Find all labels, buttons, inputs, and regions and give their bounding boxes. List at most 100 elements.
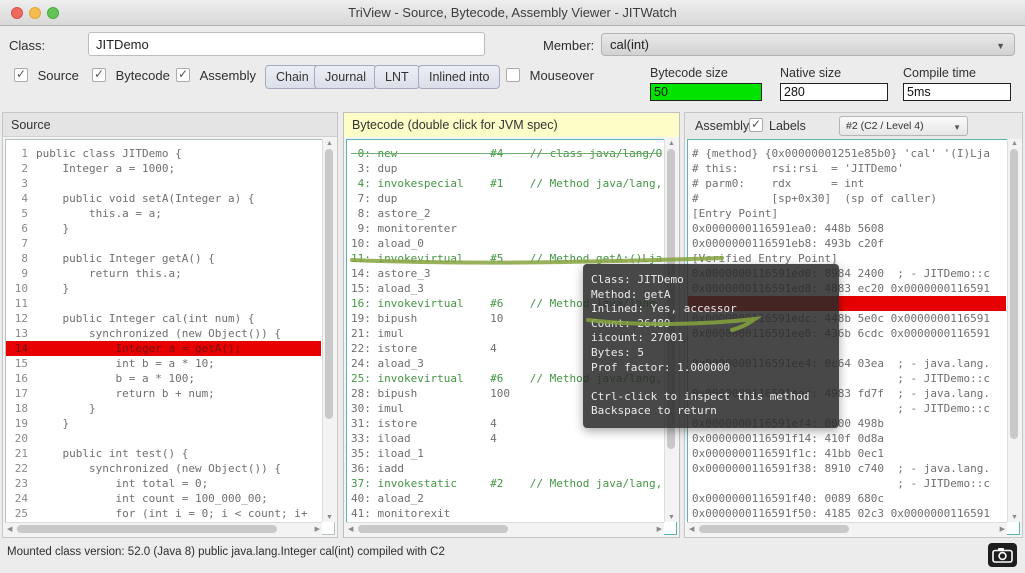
line-number: 14 — [10, 341, 28, 356]
scroll-down-icon[interactable]: ▼ — [1011, 514, 1018, 521]
assembly-line[interactable]: 0x0000000116591f40: 0089 680c — [692, 491, 1006, 506]
source-line[interactable]: 13 synchronized (new Object()) { — [10, 326, 321, 341]
assembly-line[interactable]: 0x0000000116591f50: 4185 02c3 0x00000001… — [692, 506, 1006, 521]
source-line[interactable]: 22 synchronized (new Object()) { — [10, 461, 321, 476]
bytecode-horizontal-scrollbar[interactable]: ◀ ▶ — [346, 522, 664, 535]
bytecode-checkbox[interactable] — [92, 68, 106, 82]
journal-button[interactable]: Journal — [314, 65, 377, 89]
source-vertical-scrollbar[interactable]: ▲ ▼ — [322, 139, 335, 522]
source-panel-title: Source — [3, 113, 337, 137]
source-line[interactable]: 4 public void setA(Integer a) { — [10, 191, 321, 206]
bytecode-line[interactable]: 40: aload_2 — [351, 491, 663, 506]
bytecode-line[interactable]: 0: new #4 // class java/lang/O — [351, 146, 663, 161]
bytecode-line[interactable]: 35: iload_1 — [351, 446, 663, 461]
assembly-line[interactable]: 0x0000000116591eb8: 493b c20f — [692, 236, 1006, 251]
source-line-text: Integer a = getA(); — [36, 342, 241, 355]
compilation-select[interactable]: #2 (C2 / Level 4) ▼ — [839, 116, 968, 136]
source-line[interactable]: 2 Integer a = 1000; — [10, 161, 321, 176]
scroll-left-icon[interactable]: ◀ — [7, 525, 12, 533]
tooltip-line: Inlined: Yes, accessor — [591, 302, 831, 317]
bytecode-checkbox-group[interactable]: Bytecode — [92, 68, 170, 83]
source-line[interactable]: 14 Integer a = getA(); — [6, 341, 321, 356]
bytecode-line[interactable]: 37: invokestatic #2 // Method java/lang, — [351, 476, 663, 491]
source-checkbox[interactable] — [14, 68, 28, 82]
source-line[interactable]: 23 int total = 0; — [10, 476, 321, 491]
member-select[interactable]: cal(int) ▼ — [601, 33, 1015, 56]
assembly-line[interactable]: # this: rsi:rsi = 'JITDemo' — [692, 161, 1006, 176]
assembly-line[interactable]: 0x0000000116591f38: 8910 c740 ; - java.l… — [692, 461, 1006, 476]
labels-checkbox-label: Labels — [769, 119, 806, 133]
bytecode-line[interactable]: 3: dup — [351, 161, 663, 176]
class-input[interactable] — [88, 32, 485, 56]
source-line[interactable]: 3 — [10, 176, 321, 191]
scroll-down-icon[interactable]: ▼ — [668, 514, 675, 521]
bytecode-line[interactable]: 4: invokespecial #1 // Method java/lang, — [351, 176, 663, 191]
lnt-button[interactable]: LNT — [374, 65, 420, 89]
line-number: 6 — [10, 221, 28, 236]
labels-checkbox[interactable] — [749, 118, 763, 132]
source-line[interactable]: 1public class JITDemo { — [10, 146, 321, 161]
scroll-left-icon[interactable]: ◀ — [348, 525, 353, 533]
inlined-into-button[interactable]: Inlined into — [418, 65, 500, 89]
source-line[interactable]: 5 this.a = a; — [10, 206, 321, 221]
scroll-left-icon[interactable]: ◀ — [689, 525, 694, 533]
line-number: 22 — [10, 461, 28, 476]
mouseover-checkbox-group[interactable]: Mouseover — [506, 68, 594, 83]
source-line[interactable]: 21 public int test() { — [10, 446, 321, 461]
assembly-horizontal-scrollbar[interactable]: ◀ ▶ — [687, 522, 1007, 535]
source-line[interactable]: 11 — [10, 296, 321, 311]
tooltip-line: Bytes: 5 — [591, 346, 831, 361]
source-line[interactable]: 20 — [10, 431, 321, 446]
source-line[interactable]: 9 return this.a; — [10, 266, 321, 281]
source-line[interactable]: 6 } — [10, 221, 321, 236]
assembly-vertical-scrollbar[interactable]: ▲ ▼ — [1007, 139, 1020, 522]
source-line[interactable]: 25 for (int i = 0; i < count; i+ — [10, 506, 321, 521]
assembly-line[interactable]: 0x0000000116591f14: 410f 0d8a — [692, 431, 1006, 446]
source-line-text: public void setA(Integer a) { — [36, 192, 255, 205]
scroll-up-icon[interactable]: ▲ — [326, 140, 333, 147]
source-line[interactable]: 8 public Integer getA() { — [10, 251, 321, 266]
bytecode-line[interactable]: 10: aload_0 — [351, 236, 663, 251]
assembly-checkbox-group[interactable]: Assembly — [176, 68, 256, 83]
source-line[interactable]: 17 return b + num; — [10, 386, 321, 401]
scroll-up-icon[interactable]: ▲ — [1011, 140, 1018, 147]
bytecode-line[interactable]: 36: iadd — [351, 461, 663, 476]
scroll-right-icon[interactable]: ▶ — [315, 525, 320, 533]
source-horizontal-scrollbar[interactable]: ◀ ▶ — [5, 522, 322, 535]
source-line[interactable]: 19 } — [10, 416, 321, 431]
source-line[interactable]: 10 } — [10, 281, 321, 296]
assembly-line[interactable]: 0x0000000116591f1c: 41bb 0ec1 — [692, 446, 1006, 461]
assembly-line[interactable]: # {method} {0x00000001251e85b0} 'cal' '(… — [692, 146, 1006, 161]
source-line[interactable]: 15 int b = a * 10; — [10, 356, 321, 371]
source-line[interactable]: 7 — [10, 236, 321, 251]
scroll-up-icon[interactable]: ▲ — [668, 140, 675, 147]
scroll-right-icon[interactable]: ▶ — [1000, 525, 1005, 533]
source-line[interactable]: 24 int count = 100_000_00; — [10, 491, 321, 506]
bytecode-line[interactable]: 41: monitorexit — [351, 506, 663, 521]
scroll-right-icon[interactable]: ▶ — [657, 525, 662, 533]
bytecode-line[interactable]: 8: astore_2 — [351, 206, 663, 221]
chain-button[interactable]: Chain — [265, 65, 320, 89]
source-line[interactable]: 16 b = a * 100; — [10, 371, 321, 386]
window-title: TriView - Source, Bytecode, Assembly Vie… — [0, 5, 1025, 20]
mouseover-checkbox[interactable] — [506, 68, 520, 82]
assembly-line[interactable]: 0x0000000116591ea0: 448b 5608 — [692, 221, 1006, 236]
line-number: 3 — [10, 176, 28, 191]
screenshot-button[interactable] — [988, 543, 1017, 567]
source-line[interactable]: 18 } — [10, 401, 321, 416]
bytecode-line[interactable]: 9: monitorenter — [351, 221, 663, 236]
assembly-line[interactable]: # [sp+0x30] (sp of caller) — [692, 191, 1006, 206]
line-number: 8 — [10, 251, 28, 266]
assembly-checkbox[interactable] — [176, 68, 190, 82]
bytecode-line[interactable]: 33: iload 4 — [351, 431, 663, 446]
source-code-area[interactable]: 1public class JITDemo {2 Integer a = 100… — [5, 139, 335, 535]
assembly-line[interactable]: [Entry Point] — [692, 206, 1006, 221]
bytecode-line[interactable]: 7: dup — [351, 191, 663, 206]
scroll-down-icon[interactable]: ▼ — [326, 514, 333, 521]
assembly-panel-title: Assembly — [695, 119, 749, 133]
assembly-line[interactable]: # parm0: rdx = int — [692, 176, 1006, 191]
source-checkbox-group[interactable]: Source — [14, 68, 79, 83]
assembly-line[interactable]: ; - JITDemo::c — [692, 476, 1006, 491]
source-line-text: int count = 100_000_00; — [36, 492, 268, 505]
source-line[interactable]: 12 public Integer cal(int num) { — [10, 311, 321, 326]
